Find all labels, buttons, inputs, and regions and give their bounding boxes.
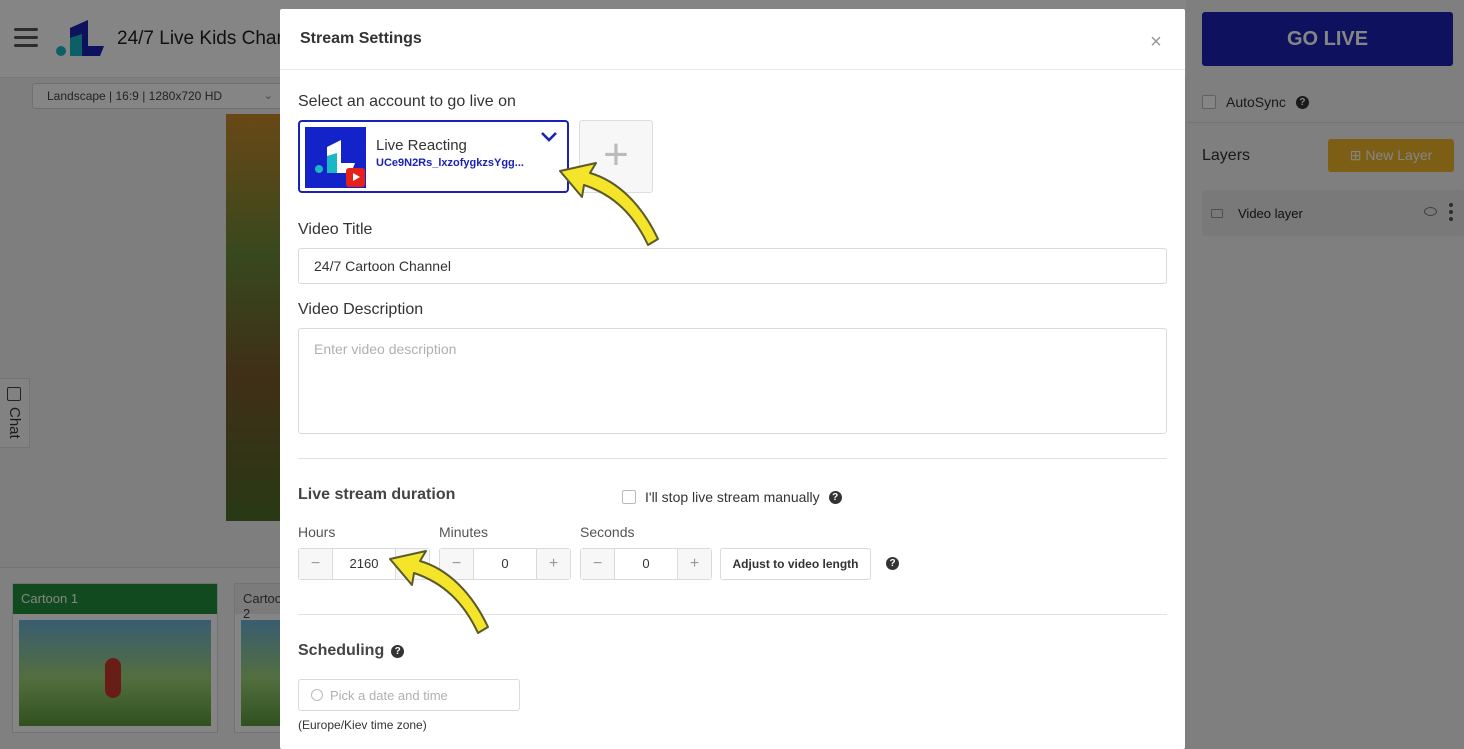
manual-stop-option[interactable]: I'll stop live stream manually ? — [622, 489, 842, 505]
checkmark-icon — [540, 128, 558, 149]
modal-header: Stream Settings × — [280, 9, 1185, 70]
manual-stop-label: I'll stop live stream manually — [645, 489, 820, 505]
help-icon[interactable]: ? — [828, 490, 842, 504]
seconds-stepper: − 0 + — [580, 548, 712, 580]
account-card-selected[interactable]: Live Reacting UCe9N2Rs_lxzofygkzsYgg... — [298, 120, 569, 193]
account-section-label: Select an account to go live on — [298, 93, 516, 110]
minutes-label: Minutes — [439, 524, 489, 540]
timezone-note: (Europe/Kiev time zone) — [298, 718, 427, 732]
account-name: Live Reacting — [376, 137, 467, 154]
decrement-button[interactable]: − — [581, 549, 614, 579]
video-title-label: Video Title — [298, 221, 373, 238]
close-icon[interactable]: × — [1142, 28, 1170, 56]
account-avatar — [305, 127, 366, 188]
schedule-date-input[interactable] — [298, 679, 520, 711]
decrement-button[interactable]: − — [299, 549, 332, 579]
video-description-input[interactable] — [298, 328, 1167, 434]
account-channel-id: UCe9N2Rs_lxzofygkzsYgg... — [376, 157, 524, 169]
duration-label: Live stream duration — [298, 486, 456, 503]
video-title-input[interactable] — [298, 248, 1167, 284]
increment-button[interactable]: + — [537, 549, 570, 579]
manual-stop-checkbox[interactable] — [622, 490, 636, 504]
seconds-value[interactable]: 0 — [614, 549, 678, 579]
modal-title: Stream Settings — [300, 30, 422, 47]
divider — [298, 458, 1167, 459]
clock-icon — [311, 689, 323, 701]
stream-settings-modal: Stream Settings × Select an account to g… — [280, 9, 1185, 749]
annotation-arrow-icon — [559, 162, 659, 246]
scheduling-label: Scheduling ? — [298, 642, 405, 660]
annotation-arrow-icon — [389, 550, 489, 634]
video-description-label: Video Description — [298, 301, 424, 318]
help-icon[interactable]: ? — [886, 557, 899, 570]
scheduling-text: Scheduling — [298, 642, 385, 659]
help-icon[interactable]: ? — [391, 644, 405, 658]
youtube-icon — [346, 168, 365, 187]
adjust-to-video-length-button[interactable]: Adjust to video length — [720, 548, 871, 580]
increment-button[interactable]: + — [678, 549, 711, 579]
seconds-label: Seconds — [580, 524, 635, 540]
hours-label: Hours — [298, 524, 336, 540]
